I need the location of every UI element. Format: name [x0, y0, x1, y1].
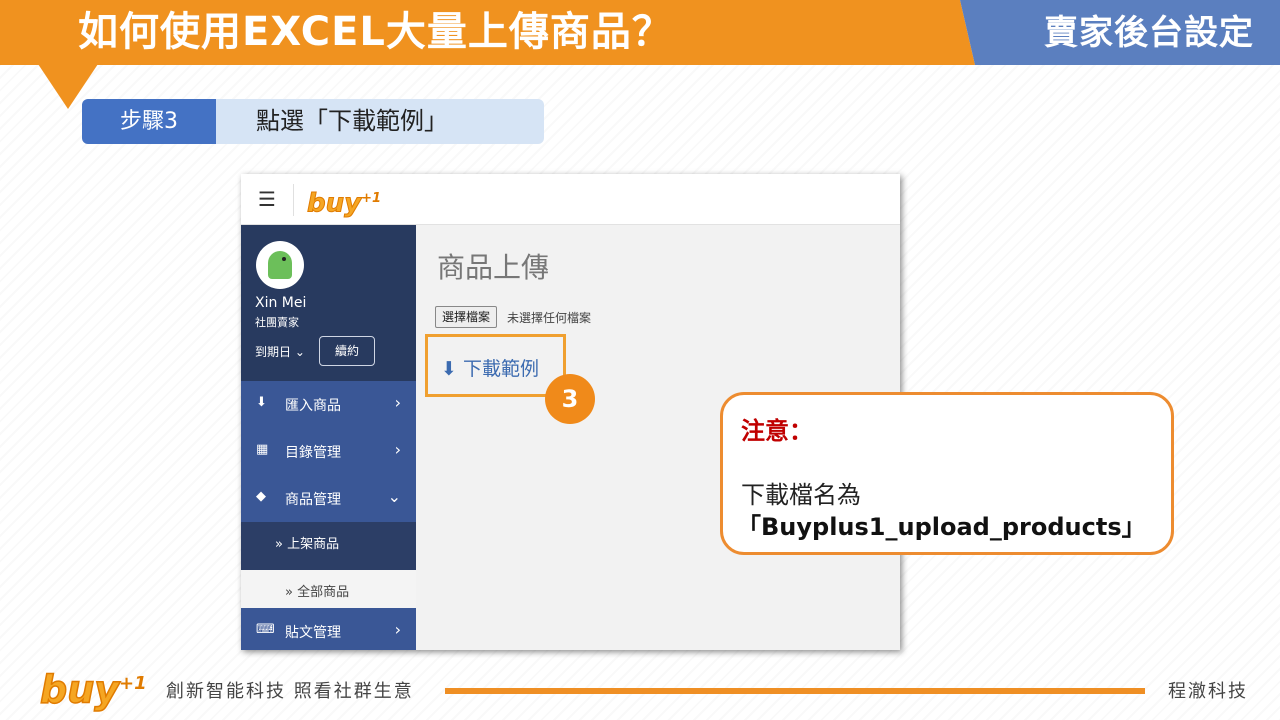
sidebar-item-catalog[interactable]: ▦ 目錄管理 ›: [241, 428, 416, 475]
step-badge: 步驟3: [82, 99, 216, 144]
step-instruction: 點選「下載範例」: [216, 99, 544, 144]
chevron-down-icon: ⌄: [387, 487, 401, 506]
chevron-right-icon: ›: [394, 393, 401, 412]
section-title: 賣家後台設定: [1044, 13, 1254, 53]
note-callout: 注意： 下載檔名為 「Buyplus1_upload_products」: [720, 392, 1174, 555]
sidebar-item-label: 貼文管理: [285, 625, 341, 641]
app-logo-sup: +1: [361, 191, 382, 206]
chevron-down-icon: ⌄: [294, 345, 305, 359]
expiry-dropdown[interactable]: 到期日 ⌄: [255, 343, 305, 360]
sidebar-subitem-listed-products[interactable]: » 上架商品: [241, 522, 416, 560]
sidebar-subitem-label: » 上架商品: [275, 537, 340, 552]
footer-company: 程澈科技: [1168, 681, 1248, 702]
app-logo[interactable]: buy+1: [306, 183, 382, 220]
app-logo-text: buy: [306, 188, 362, 219]
highlight-box: [425, 334, 566, 397]
dinosaur-eye: [282, 257, 286, 261]
choose-file-button[interactable]: 選擇檔案: [435, 306, 498, 328]
sidebar-item-label: 商品管理: [285, 492, 341, 508]
user-profile: Xin Mei 社團賣家 到期日 ⌄ 續約: [241, 225, 416, 381]
slide-title: 如何使用EXCEL大量上傳商品？: [78, 9, 673, 55]
note-filename: 「Buyplus1_upload_products」: [737, 513, 1146, 541]
renew-button[interactable]: 續約: [319, 336, 375, 366]
note-title: 注意：: [741, 417, 813, 445]
footer-divider: [445, 688, 1145, 694]
sidebar-subitem-all-products[interactable]: » 全部商品: [241, 570, 416, 608]
user-name: Xin Mei: [255, 295, 307, 311]
sidebar-item-label: 匯入商品: [285, 398, 341, 414]
tags-icon: ◆: [256, 489, 266, 504]
sidebar-item-posts[interactable]: ⌨ 貼文管理 ›: [241, 608, 416, 650]
avatar[interactable]: [256, 241, 304, 289]
footer-logo: buy+1: [39, 662, 147, 713]
sidebar-item-import-products[interactable]: ⬇ 匯入商品 ›: [241, 381, 416, 428]
step-number-badge: 3: [545, 374, 595, 424]
chevron-right-icon: ›: [394, 620, 401, 639]
sidebar-subitem-label: » 全部商品: [285, 585, 350, 600]
topbar-divider: [293, 184, 294, 216]
footer-slogan: 創新智能科技 照看社群生意: [166, 681, 414, 702]
keyboard-icon: ⌨: [256, 622, 275, 637]
file-status: 未選擇任何檔案: [507, 311, 592, 325]
sidebar-item-product-management[interactable]: ◆ 商品管理 ⌄: [241, 475, 416, 522]
download-icon: ⬇: [256, 395, 267, 410]
footer-logo-text: buy: [39, 667, 120, 713]
expiry-label: 到期日: [255, 345, 292, 359]
sidebar-item-label: 目錄管理: [285, 445, 341, 461]
page-title: 商品上傳: [437, 251, 550, 284]
dinosaur-icon: [268, 251, 292, 279]
chevron-right-icon: ›: [394, 440, 401, 459]
sidebar: Xin Mei 社團賣家 到期日 ⌄ 續約 ⬇ 匯入商品 › ▦ 目錄管理 › …: [241, 225, 416, 650]
table-icon: ▦: [256, 442, 269, 457]
hamburger-icon[interactable]: ☰: [258, 188, 276, 210]
user-role: 社團賣家: [255, 316, 299, 329]
note-text: 下載檔名為: [741, 481, 861, 509]
app-topbar: ☰ buy+1: [241, 174, 900, 225]
footer-logo-sup: +1: [119, 673, 147, 694]
